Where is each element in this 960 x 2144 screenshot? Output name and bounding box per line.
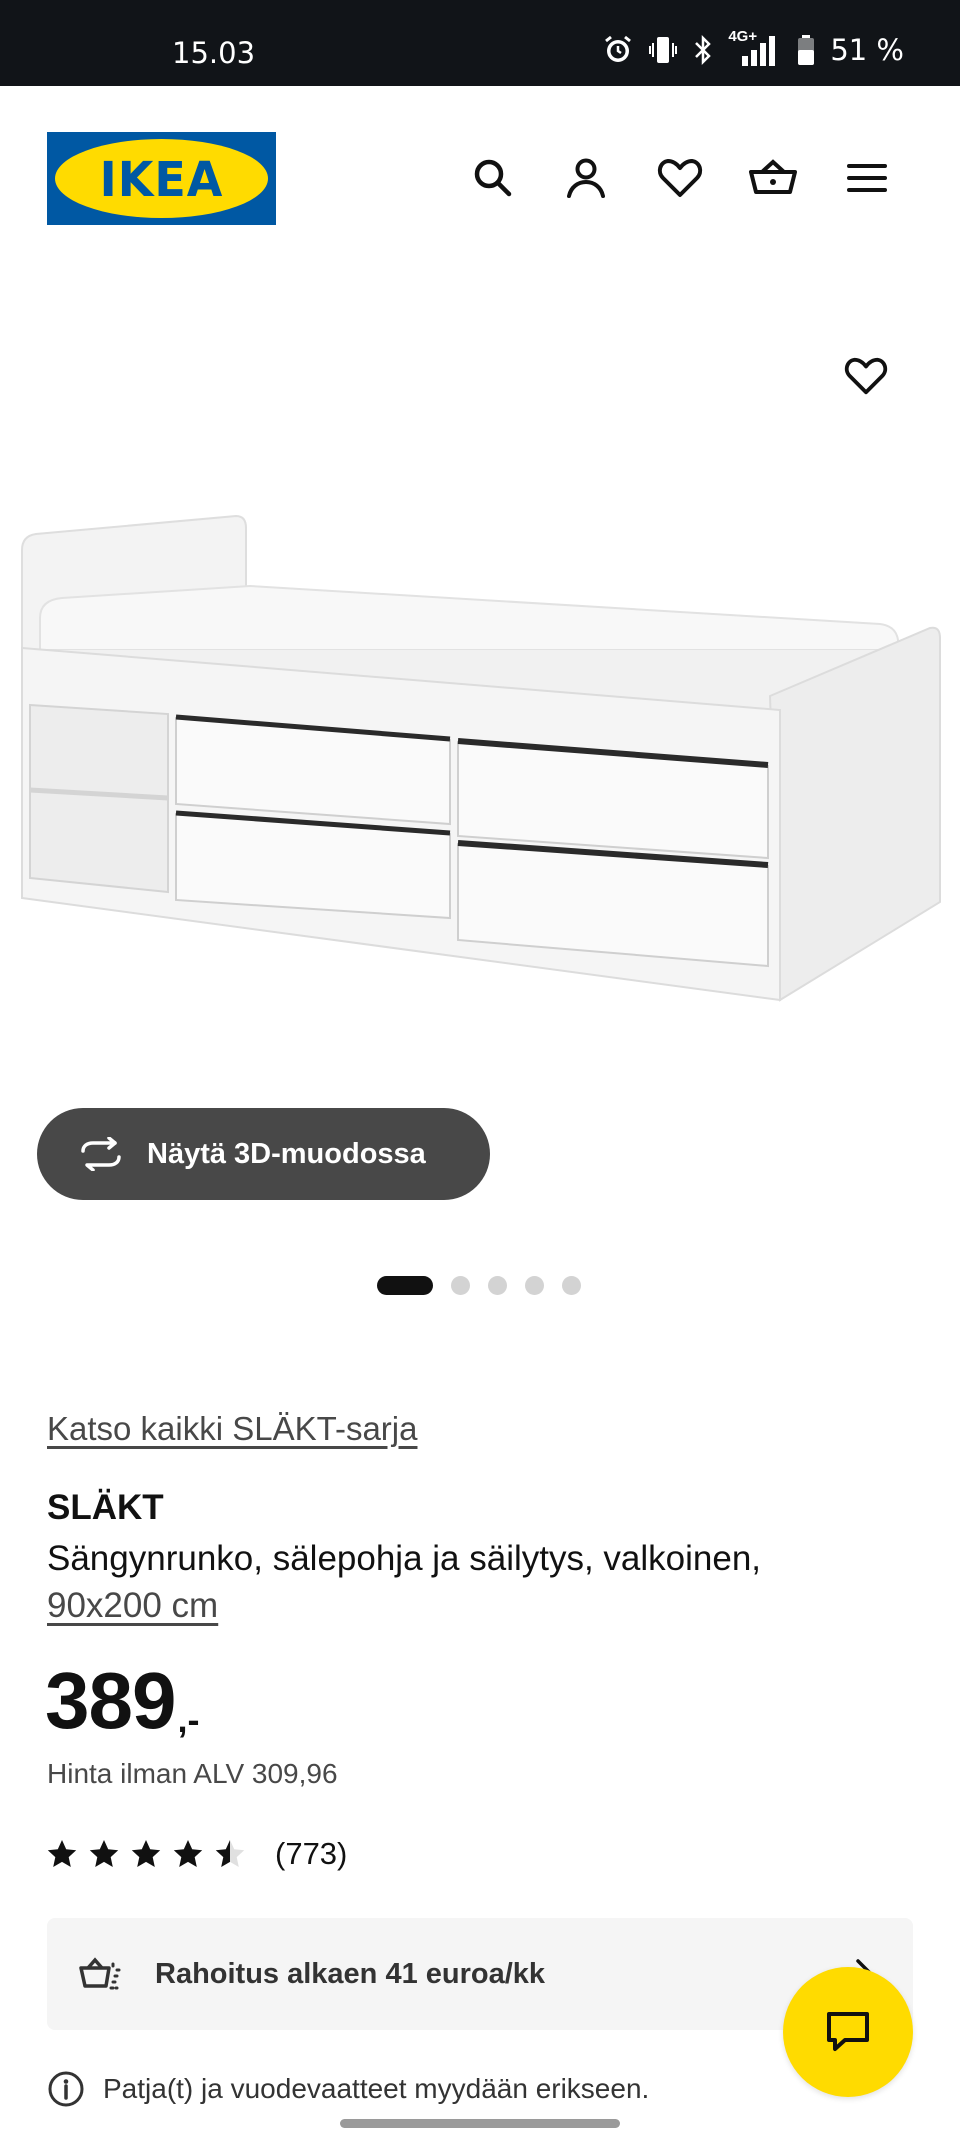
price: 389 ,-: [45, 1658, 199, 1744]
gallery-dot-2[interactable]: [451, 1275, 470, 1295]
heart-icon[interactable]: [650, 148, 710, 208]
finance-basket-icon: [79, 1957, 123, 1990]
price-without-vat: Hinta ilman ALV 309,96: [47, 1758, 338, 1789]
product-size-link[interactable]: 90x200 cm: [47, 1586, 218, 1625]
account-icon[interactable]: [556, 148, 616, 208]
chat-button[interactable]: [783, 1967, 913, 2097]
gallery-dot-5[interactable]: [562, 1275, 581, 1295]
signal-icon: 4G+: [728, 28, 782, 68]
gallery-dot-3[interactable]: [488, 1275, 507, 1295]
bluetooth-icon: [695, 34, 712, 66]
finance-label: Rahoitus alkaen 41 euroa/kk: [155, 1957, 546, 1990]
star-icon: [173, 1840, 203, 1867]
product-description-text: Sängynrunko, sälepohja ja säilytys, valk…: [47, 1539, 762, 1578]
star-icon: [131, 1840, 161, 1867]
half-star-icon: [215, 1840, 245, 1867]
favorite-heart-icon[interactable]: [838, 348, 894, 404]
view-3d-label: Näytä 3D-muodossa: [147, 1137, 426, 1170]
site-header: IKEA: [0, 86, 960, 270]
product-name: SLÄKT: [47, 1488, 164, 1527]
star-icon: [47, 1840, 77, 1867]
rating-count: (773): [275, 1836, 348, 1871]
star-icon: [89, 1840, 119, 1867]
gallery-dot-1[interactable]: [377, 1275, 433, 1295]
notice-text: Patja(t) ja vuodevaatteet myydään erikse…: [103, 2073, 650, 2104]
chat-icon: [827, 2012, 869, 2051]
product-description: Sängynrunko, sälepohja ja säilytys, valk…: [47, 1535, 907, 1629]
product-gallery[interactable]: Näytä 3D-muodossa: [0, 270, 960, 1310]
search-icon[interactable]: [463, 148, 523, 208]
logo-oval: IKEA: [55, 139, 268, 218]
logo-text: IKEA: [99, 150, 224, 207]
gallery-pagination[interactable]: [377, 1275, 581, 1295]
rating[interactable]: (773): [47, 1836, 347, 1872]
view-3d-button[interactable]: Näytä 3D-muodossa: [37, 1108, 490, 1200]
info-icon: [48, 2071, 84, 2107]
series-link[interactable]: Katso kaikki SLÄKT-sarja: [47, 1410, 417, 1448]
ikea-logo[interactable]: IKEA: [47, 132, 276, 225]
battery-icon: [798, 35, 815, 65]
home-indicator[interactable]: [340, 2119, 620, 2128]
finance-banner[interactable]: Rahoitus alkaen 41 euroa/kk: [47, 1918, 913, 2030]
status-time: 15.03: [172, 36, 256, 70]
menu-icon[interactable]: [837, 148, 897, 208]
status-icons: 4G+ 51 %: [602, 28, 904, 70]
notice: Patja(t) ja vuodevaatteet myydään erikse…: [47, 2070, 649, 2108]
gallery-dot-4[interactable]: [525, 1275, 544, 1295]
alarm-icon: [605, 35, 632, 62]
rotate-3d-icon: [81, 1137, 121, 1171]
basket-icon[interactable]: [743, 148, 803, 208]
vibrate-icon: [649, 37, 678, 63]
price-integer: 389: [45, 1656, 176, 1745]
product-image: [21, 514, 941, 1002]
price-suffix: ,-: [177, 1699, 200, 1740]
status-bar: 15.03 4G+ 51 %: [0, 0, 960, 86]
battery-percent: 51 %: [830, 33, 904, 67]
